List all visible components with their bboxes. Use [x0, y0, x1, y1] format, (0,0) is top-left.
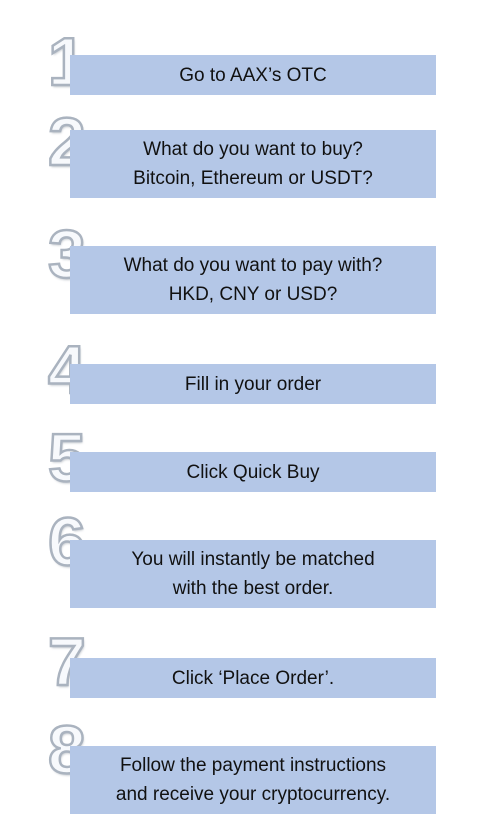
- step-box-8: Follow the payment instructions and rece…: [70, 746, 436, 814]
- step-text-8: Follow the payment instructions and rece…: [115, 755, 391, 805]
- step-box-1: Go to AAX’s OTC: [70, 55, 436, 95]
- step-8: 8 Follow the payment instructions and re…: [47, 715, 444, 816]
- step-2: 2 What do you want to buy? Bitcoin, Ethe…: [47, 107, 444, 200]
- step-4: 4 Fill in your order: [47, 335, 444, 406]
- step-1: 1 Go to AAX’s OTC: [47, 27, 444, 97]
- step-5: 5 Click Quick Buy: [47, 423, 444, 494]
- step-text-6: You will instantly be matched with the b…: [131, 549, 375, 599]
- step-text-2: What do you want to buy? Bitcoin, Ethere…: [133, 139, 373, 189]
- step-text-5: Click Quick Buy: [186, 461, 320, 483]
- step-3: 3 What do you want to pay with? HKD, CNY…: [47, 219, 444, 316]
- step-box-7: Click ‘Place Order’.: [70, 658, 436, 698]
- step-box-3: What do you want to pay with? HKD, CNY o…: [70, 246, 436, 314]
- step-box-4: Fill in your order: [70, 364, 436, 404]
- step-text-3: What do you want to pay with? HKD, CNY o…: [123, 255, 383, 305]
- step-box-6: You will instantly be matched with the b…: [70, 540, 436, 608]
- step-text-1: Go to AAX’s OTC: [179, 64, 327, 86]
- step-text-4: Fill in your order: [184, 373, 322, 395]
- step-text-7: Click ‘Place Order’.: [171, 667, 335, 689]
- step-box-2: What do you want to buy? Bitcoin, Ethere…: [70, 130, 436, 198]
- step-7: 7 Click ‘Place Order’.: [47, 627, 444, 698]
- step-box-5: Click Quick Buy: [70, 452, 436, 492]
- step-6: 6 You will instantly be matched with the…: [47, 507, 444, 612]
